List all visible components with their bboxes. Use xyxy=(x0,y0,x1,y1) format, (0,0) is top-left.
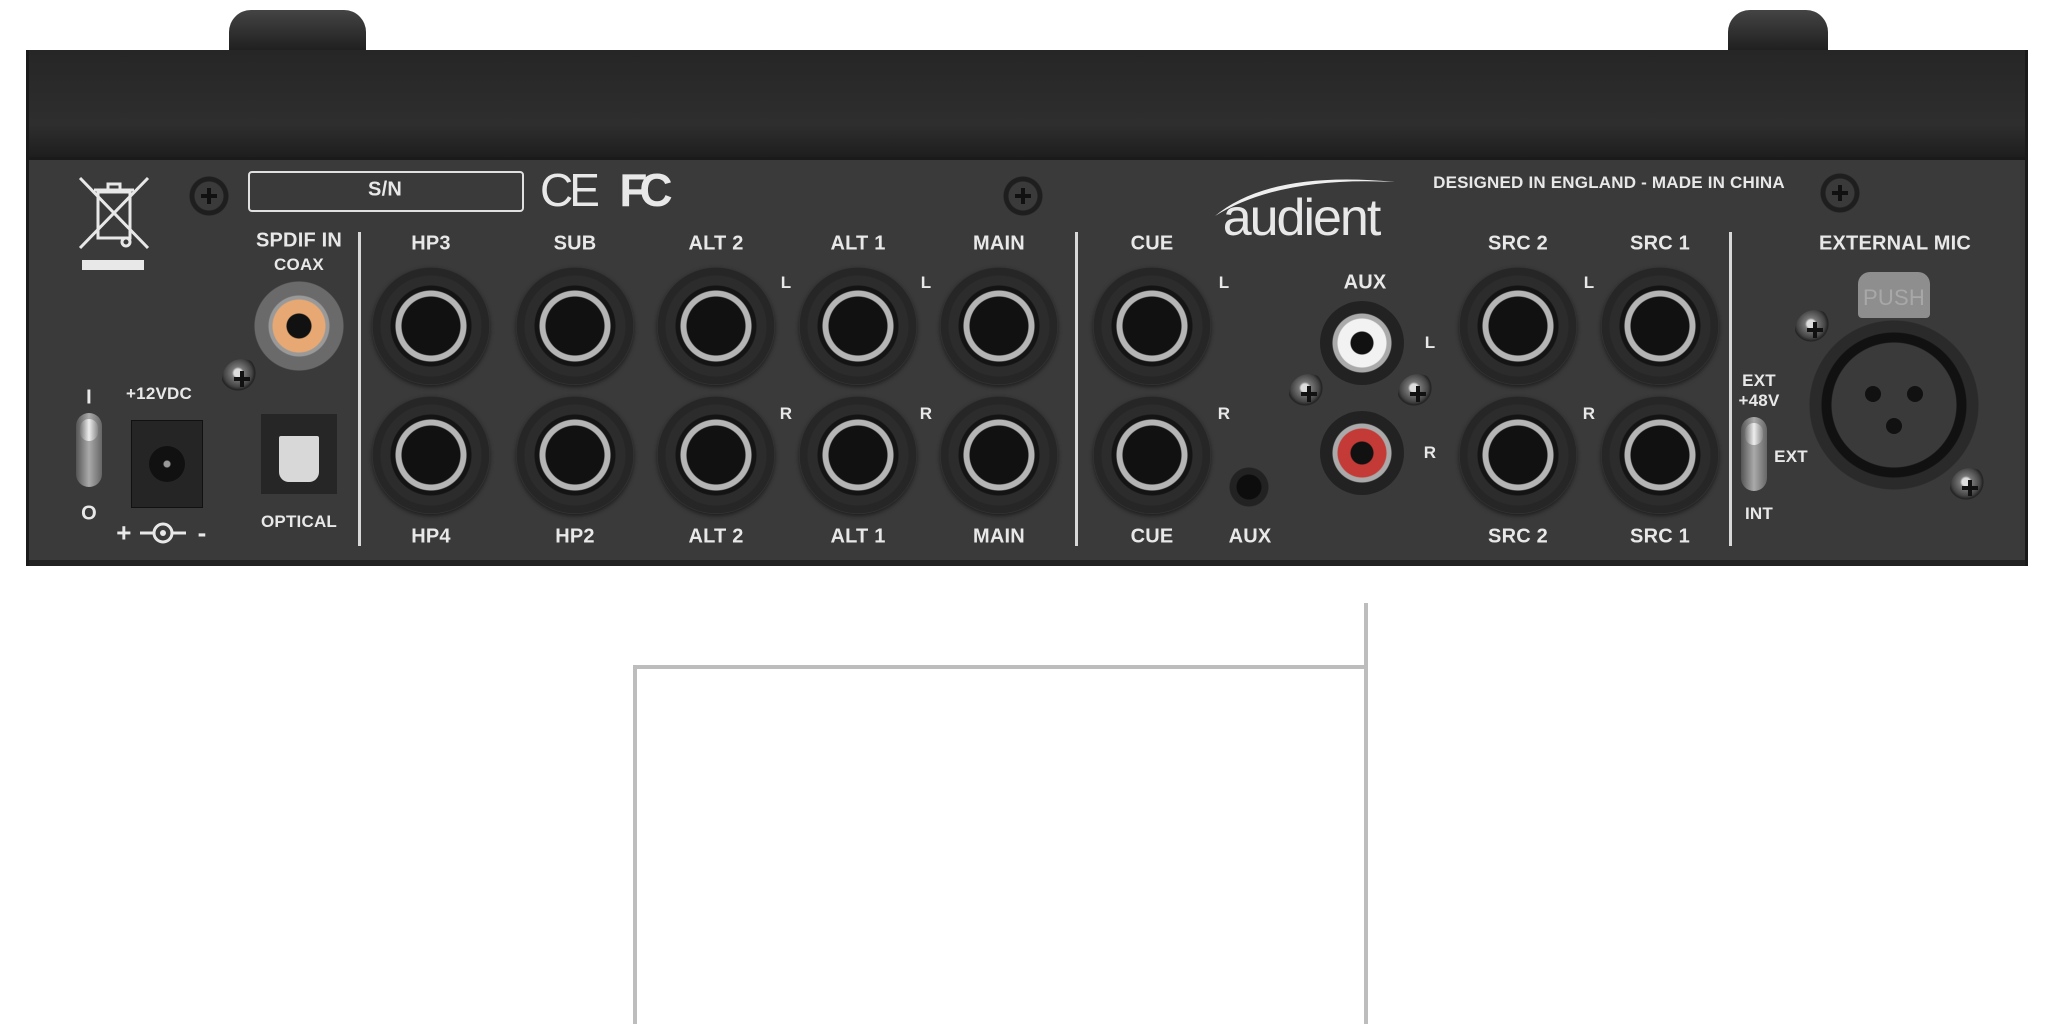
xlr-pin xyxy=(1907,386,1923,402)
channel-right-label: R xyxy=(919,404,933,423)
xlr-pin xyxy=(1865,386,1881,402)
aux-mini-label: AUX xyxy=(1228,525,1272,548)
source-label-bottom: SRC 1 xyxy=(1630,525,1690,548)
cue-label-bottom: CUE xyxy=(1130,525,1174,548)
hp3-jack[interactable] xyxy=(372,267,490,385)
output-label-bottom: HP4 xyxy=(411,525,451,548)
screw-icon xyxy=(222,359,262,399)
cue-right-label: R xyxy=(1217,404,1231,423)
screw-icon xyxy=(1950,468,1990,508)
output-label-bottom: ALT 2 xyxy=(688,525,744,548)
hp2-jack[interactable] xyxy=(516,396,634,514)
channel-right-label: R xyxy=(779,404,793,423)
output-label-top: MAIN xyxy=(973,232,1025,255)
dc-input-label: +12VDC xyxy=(126,384,192,403)
output-label-top: HP3 xyxy=(411,232,451,255)
src1-right-jack[interactable] xyxy=(1601,396,1719,514)
fcc-mark: FC xyxy=(619,164,672,216)
coax-label: COAX xyxy=(274,255,324,274)
spdif-coax-jack[interactable] xyxy=(253,280,345,372)
phantom-label-48v: +48V xyxy=(1738,391,1780,410)
screw-icon xyxy=(1003,176,1043,216)
optical-label: OPTICAL xyxy=(260,512,338,531)
screw-icon xyxy=(1820,173,1860,213)
channel-left-label: L xyxy=(920,273,932,292)
alt2-left-jack[interactable] xyxy=(657,267,775,385)
callout-line-vertical xyxy=(633,665,637,1024)
aux-rca-title: AUX xyxy=(1343,271,1387,294)
divider xyxy=(1729,232,1732,546)
cue-left-jack[interactable] xyxy=(1093,267,1211,385)
power-off-label: O xyxy=(81,502,97,525)
origin-text: DESIGNED IN ENGLAND - MADE IN CHINA xyxy=(1433,173,1785,192)
source-right-label: R xyxy=(1582,404,1596,423)
src2-left-jack[interactable] xyxy=(1459,267,1577,385)
optical-shutter xyxy=(279,436,319,482)
xlr-push-label: PUSH xyxy=(1863,285,1925,310)
source-label-top: SRC 2 xyxy=(1488,232,1548,255)
divider xyxy=(1075,232,1078,546)
divider xyxy=(358,232,361,546)
aux-mini-jack[interactable] xyxy=(1229,467,1269,507)
ce-mark: CE xyxy=(540,164,600,216)
polarity-center-icon xyxy=(140,522,186,544)
weee-bin-icon xyxy=(78,176,150,270)
audient-logo: audient xyxy=(1222,189,1382,247)
alt1-left-jack[interactable] xyxy=(799,267,917,385)
output-label-bottom: HP2 xyxy=(555,525,595,548)
dc-polarity-symbol: + - xyxy=(114,517,214,548)
power-switch[interactable] xyxy=(76,413,102,487)
phantom-label-ext: EXT xyxy=(1742,371,1776,390)
source-left-label: L xyxy=(1583,273,1595,292)
aux-left-rca[interactable] xyxy=(1320,301,1404,385)
aux-left-label: L xyxy=(1424,333,1436,352)
callout-line-horizontal xyxy=(633,665,1368,669)
screw-icon xyxy=(1398,374,1438,414)
cue-label-top: CUE xyxy=(1130,232,1174,255)
spdif-title: SPDIF IN xyxy=(255,229,343,252)
switch-int-label: INT xyxy=(1745,504,1773,523)
screw-icon xyxy=(189,176,229,216)
alt1-right-jack[interactable] xyxy=(799,396,917,514)
src1-left-jack[interactable] xyxy=(1601,267,1719,385)
source-label-top: SRC 1 xyxy=(1630,232,1690,255)
src2-right-jack[interactable] xyxy=(1459,396,1577,514)
serial-label: S/N xyxy=(368,178,402,201)
output-label-top: ALT 1 xyxy=(830,232,886,255)
power-on-label: I xyxy=(86,386,92,409)
output-label-bottom: MAIN xyxy=(973,525,1025,548)
external-mic-title: EXTERNAL MIC xyxy=(1818,232,1972,255)
aux-right-label: R xyxy=(1423,443,1437,462)
screw-icon xyxy=(1795,310,1835,350)
polarity-minus: - xyxy=(197,517,207,548)
switch-ext-label: EXT xyxy=(1774,447,1808,466)
dc-power-jack[interactable] xyxy=(131,420,203,508)
optical-port[interactable] xyxy=(261,414,337,494)
output-label-bottom: ALT 1 xyxy=(830,525,886,548)
xlr-mic-input[interactable] xyxy=(1807,318,1981,492)
output-label-top: ALT 2 xyxy=(688,232,744,255)
hp4-jack[interactable] xyxy=(372,396,490,514)
source-label-bottom: SRC 2 xyxy=(1488,525,1548,548)
sub-jack[interactable] xyxy=(516,267,634,385)
alt2-right-jack[interactable] xyxy=(657,396,775,514)
aux-right-rca[interactable] xyxy=(1320,411,1404,495)
channel-left-label: L xyxy=(780,273,792,292)
xlr-pin xyxy=(1886,418,1902,434)
output-label-top: SUB xyxy=(553,232,597,255)
phantom-power-switch[interactable] xyxy=(1741,417,1767,491)
main-left-jack[interactable] xyxy=(940,267,1058,385)
dc-jack-hole xyxy=(149,446,185,482)
polarity-plus: + xyxy=(116,517,132,548)
main-right-jack[interactable] xyxy=(940,396,1058,514)
screw-icon xyxy=(1289,374,1329,414)
cue-left-label: L xyxy=(1218,273,1230,292)
cue-right-jack[interactable] xyxy=(1093,396,1211,514)
